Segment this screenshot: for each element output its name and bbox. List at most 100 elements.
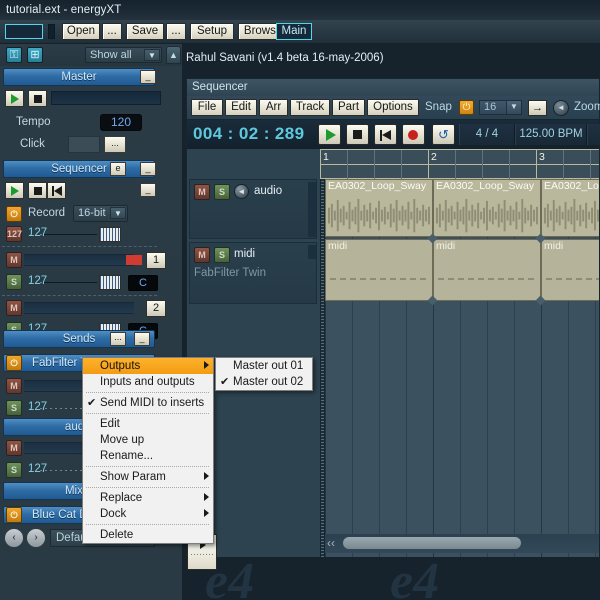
chevron-down-icon[interactable]: ▼ bbox=[506, 101, 521, 114]
context-menu-item-dock[interactable]: Dock bbox=[83, 506, 213, 522]
seq-menu-track[interactable]: Track bbox=[290, 99, 330, 116]
context-menu-item-delete[interactable]: Delete bbox=[83, 527, 213, 543]
sequencer-rewind-button[interactable] bbox=[47, 182, 66, 199]
bitdepth-dropdown[interactable]: 16-bit ▼ bbox=[73, 205, 128, 222]
stop-button[interactable] bbox=[346, 124, 369, 145]
arrow-right-button[interactable]: → bbox=[528, 100, 547, 116]
arrangement-grid[interactable]: EA0302_Loop_Sway EA0302_Loop_Sway EA0302… bbox=[325, 179, 599, 557]
context-menu-item-replace[interactable]: Replace bbox=[83, 490, 213, 506]
channel-1-mute-button[interactable]: M bbox=[6, 252, 22, 268]
context-menu-item-inputs-and-outputs[interactable]: Inputs and outputs bbox=[83, 374, 213, 390]
context-menu-item-show-param[interactable]: Show Param bbox=[83, 469, 213, 485]
channel-1-solo-button[interactable]: S bbox=[6, 274, 22, 290]
track-audio-mute-button[interactable]: M bbox=[194, 184, 210, 200]
time-signature[interactable]: 4 / 4 bbox=[459, 124, 515, 145]
record-button[interactable] bbox=[402, 124, 425, 145]
context-menu-item-move-up[interactable]: Move up bbox=[83, 432, 213, 448]
toolbar-button-setup[interactable]: Setup bbox=[190, 23, 234, 40]
sequencer-minimize-button[interactable]: _ bbox=[140, 162, 156, 176]
seq-menu-file[interactable]: File bbox=[191, 99, 223, 116]
context-menu-item-edit[interactable]: Edit bbox=[83, 416, 213, 432]
seq-menu-arr[interactable]: Arr bbox=[259, 99, 288, 116]
master-minimize-button[interactable]: _ bbox=[140, 70, 156, 84]
toolbar-button-[interactable]: ... bbox=[166, 23, 186, 40]
color-swatch[interactable] bbox=[5, 24, 43, 39]
chevron-down-icon[interactable]: ▼ bbox=[144, 49, 160, 61]
channel-2-mute-button[interactable]: M bbox=[6, 300, 22, 316]
seq-menu-edit[interactable]: Edit bbox=[225, 99, 257, 116]
loop-button[interactable]: ↺ bbox=[432, 124, 455, 145]
timeline-ruler[interactable]: 1 2 3 bbox=[320, 149, 599, 180]
sequencer-collapse-button[interactable]: _ bbox=[140, 183, 156, 197]
snap-toggle-icon[interactable]: ⏻ bbox=[459, 100, 474, 115]
rewind-button[interactable] bbox=[374, 124, 397, 145]
horizontal-scrollbar[interactable]: ‹‹ bbox=[325, 534, 599, 553]
audio-mute-button[interactable]: M bbox=[6, 440, 22, 456]
fader-handle[interactable] bbox=[99, 227, 121, 242]
sends-minimize-button[interactable]: _ bbox=[134, 332, 150, 346]
channel-2-number[interactable]: 2 bbox=[146, 300, 166, 317]
scroll-left-icon[interactable]: ‹‹ bbox=[327, 536, 335, 550]
toolbar-button-[interactable]: ... bbox=[102, 23, 122, 40]
audio-clip[interactable]: EA0302_Loop_Sway bbox=[433, 179, 541, 237]
seq-menu-options[interactable]: Options bbox=[367, 99, 419, 116]
track-audio-solo-button[interactable]: S bbox=[214, 184, 230, 200]
fabfilter-power-icon[interactable]: ⏻ bbox=[6, 355, 22, 371]
play-button[interactable] bbox=[318, 124, 341, 145]
collapse-up-button[interactable]: ▲ bbox=[166, 46, 181, 64]
click-field[interactable] bbox=[68, 136, 100, 153]
note-icon[interactable]: ⊞ bbox=[27, 47, 43, 63]
audio-clip[interactable]: EA0302_Loop_Sway bbox=[325, 179, 433, 237]
scrollbar-thumb[interactable] bbox=[343, 537, 521, 549]
master-slot[interactable] bbox=[51, 91, 161, 105]
sequencer-stop-button[interactable] bbox=[28, 182, 47, 199]
show-all-dropdown[interactable]: Show all ▼ bbox=[85, 47, 162, 63]
channel-1-number[interactable]: 1 bbox=[146, 252, 166, 269]
record-power-icon[interactable]: ⏻ bbox=[6, 206, 22, 222]
toolbar-button-save[interactable]: Save bbox=[126, 23, 164, 40]
channel-1-pan-value[interactable]: C bbox=[128, 275, 158, 291]
midi-clip[interactable]: midi bbox=[325, 239, 433, 301]
timecode-display[interactable]: 004 : 02 : 289 bbox=[193, 124, 304, 144]
sequencer-edit-button[interactable]: e bbox=[110, 162, 126, 176]
channel-1-slot[interactable] bbox=[24, 254, 134, 266]
fabfilter-mute-button[interactable]: M bbox=[6, 378, 22, 394]
track-midi-mute-button[interactable]: M bbox=[194, 247, 210, 263]
seq-menu-part[interactable]: Part bbox=[332, 99, 365, 116]
tab-main[interactable]: Main bbox=[276, 23, 312, 40]
click-options-button[interactable]: ... bbox=[104, 136, 126, 153]
master-play-button[interactable] bbox=[5, 90, 24, 107]
channel-1-fader-handle[interactable] bbox=[99, 275, 121, 290]
zoom-knob-icon[interactable]: ◄ bbox=[553, 100, 569, 116]
audio-clip[interactable]: EA0302_Loo bbox=[541, 179, 599, 237]
context-menu-item-outputs[interactable]: Outputs bbox=[83, 358, 213, 374]
midi-clip[interactable]: midi bbox=[433, 239, 541, 301]
midi-clip[interactable]: midi bbox=[541, 239, 599, 301]
fader-track[interactable] bbox=[44, 234, 97, 235]
toolbar-button-open[interactable]: Open bbox=[62, 23, 100, 40]
sends-options-button[interactable]: ... bbox=[110, 332, 126, 346]
tempo-value[interactable]: 120 bbox=[100, 114, 142, 131]
master-stop-button[interactable] bbox=[28, 90, 47, 107]
submenu-item-master-out-02[interactable]: ✔ Master out 02 bbox=[216, 374, 312, 390]
bluecat-power-icon[interactable]: ⏻ bbox=[6, 507, 22, 523]
section-header-sends[interactable]: Sends bbox=[3, 330, 155, 348]
section-header-master[interactable]: Master bbox=[3, 68, 155, 86]
bpm-display[interactable]: 125.00 BPM bbox=[515, 124, 587, 145]
preset-next-button[interactable]: › bbox=[26, 528, 46, 548]
track-audio-monitor-icon[interactable]: ◄ bbox=[234, 184, 249, 199]
snap-value-dropdown[interactable]: 16 ▼ bbox=[479, 100, 522, 115]
sequencer-play-button[interactable] bbox=[5, 182, 24, 199]
mute-button[interactable]: 127 bbox=[6, 226, 22, 242]
section-header-sequencer[interactable]: Sequencer bbox=[3, 160, 155, 178]
channel-2-slot[interactable] bbox=[24, 302, 134, 314]
track-header-midi[interactable]: M S midi FabFilter Twin bbox=[189, 242, 317, 304]
submenu-item-master-out-01[interactable]: Master out 01 bbox=[216, 358, 312, 374]
preset-prev-button[interactable]: ‹ bbox=[4, 528, 24, 548]
channel-1-fader-track[interactable] bbox=[44, 282, 97, 283]
track-midi-solo-button[interactable]: S bbox=[214, 247, 230, 263]
component-icon[interactable]: ⚿ bbox=[6, 47, 22, 63]
playback-mode[interactable]: Single bbox=[587, 124, 600, 145]
fabfilter-solo-button[interactable]: S bbox=[6, 400, 22, 416]
audio-solo-button[interactable]: S bbox=[6, 462, 22, 478]
